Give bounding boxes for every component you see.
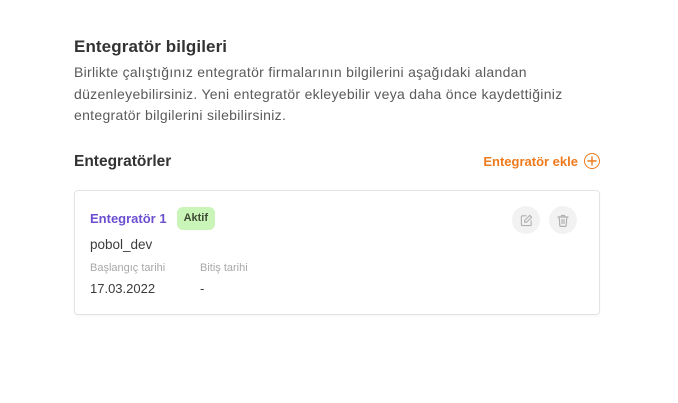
integrators-list-title: Entegratörler	[74, 153, 172, 170]
integrator-card: Entegratör 1 Aktif pobol_dev Başlangıç t…	[74, 190, 600, 315]
status-badge: Aktif	[176, 207, 216, 230]
integrator-card-header: Entegratör 1 Aktif	[90, 207, 216, 230]
end-date-value: -	[200, 281, 205, 296]
section-description: Birlikte çalıştığınız entegratör firmala…	[74, 64, 563, 123]
integrator-username: pobol_dev	[90, 237, 153, 252]
section-title: Entegratör bilgileri	[74, 37, 228, 56]
integrator-settings-page: Entegratör bilgileri Birlikte çalıştığın…	[0, 0, 678, 403]
integrator-name: Entegratör 1	[90, 211, 167, 226]
start-date-value: 17.03.2022	[90, 281, 156, 296]
edit-button[interactable]	[512, 206, 540, 234]
add-integrator-button[interactable]: Entegratör ekle	[483, 153, 600, 169]
trash-icon	[557, 214, 569, 227]
end-date-label: Bitiş tarihi	[200, 262, 248, 274]
add-integrator-label: Entegratör ekle	[483, 153, 578, 169]
delete-button[interactable]	[549, 206, 577, 234]
plus-circle-icon	[584, 153, 600, 169]
start-date-label: Başlangıç tarihi	[90, 262, 166, 274]
edit-icon	[520, 214, 533, 227]
